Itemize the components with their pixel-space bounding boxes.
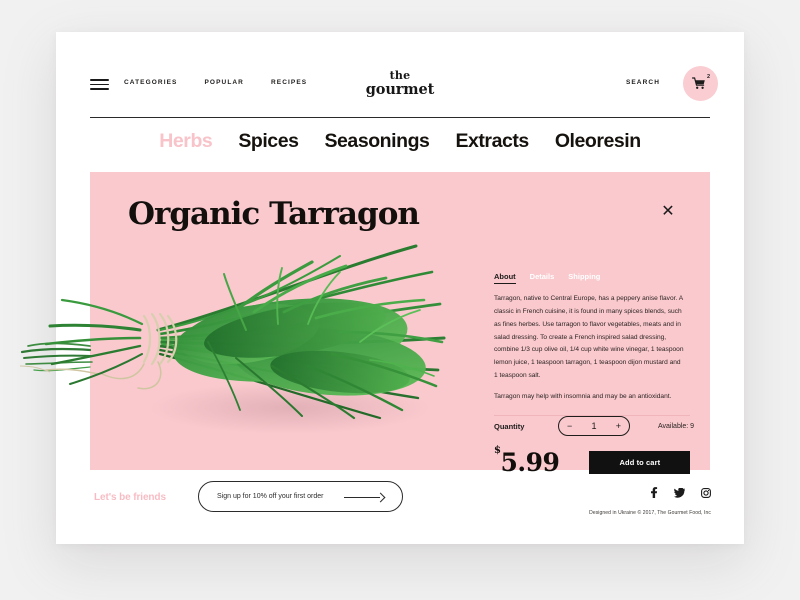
category-tabs: Herbs Spices Seasonings Extracts Oleores… [56,130,744,153]
price-row: $5.99 Add to cart [494,446,744,477]
quantity-stepper[interactable]: − 1 + [558,416,630,436]
quantity-decrement-button[interactable]: − [567,421,572,431]
newsletter-placeholder: Sign up for 10% off your first order [217,493,324,500]
quantity-value: 1 [591,420,597,431]
tab-seasonings[interactable]: Seasonings [324,130,429,153]
tab-oleoresin[interactable]: Oleoresin [555,130,641,153]
product-image [40,212,460,452]
quantity-label: Quantity [494,421,525,431]
copyright-text: Designed in Ukraine © 2017, The Gourmet … [589,510,711,516]
product-panel: Organic Tarragon ✕ About Details Shippin… [19,172,710,475]
product-description-note: Tarragon may help with insomnia and may … [494,392,672,400]
newsletter-input[interactable]: Sign up for 10% off your first order [198,481,403,512]
product-description: Tarragon, native to Central Europe, has … [494,295,684,380]
tab-herbs[interactable]: Herbs [159,130,212,153]
close-icon[interactable]: ✕ [659,202,677,220]
tab-about[interactable]: About [494,272,516,284]
tab-spices[interactable]: Spices [238,130,299,153]
cart-count-badge: 2 [706,74,710,80]
add-to-cart-button[interactable]: Add to cart [589,451,691,474]
header-divider [90,117,710,118]
browser-card: CATEGORIES POPULAR RECIPES the gourmet S… [19,32,744,544]
tab-shipping[interactable]: Shipping [568,272,600,281]
product-price: $5.99 [494,446,560,477]
quantity-increment-button[interactable]: + [616,421,621,431]
site-header: CATEGORIES POPULAR RECIPES the gourmet S… [56,32,744,118]
product-detail-tabs: About Details Shipping [494,272,690,284]
search-button[interactable]: SEARCH [626,79,660,86]
page-background: CATEGORIES POPULAR RECIPES the gourmet S… [0,0,800,600]
shopping-cart-icon [691,77,706,95]
newsletter-heading: Let's be friends [94,492,166,503]
facebook-icon[interactable] [650,486,658,502]
page-title: Organic Tarragon [128,196,420,232]
product-info: About Details Shipping Tarragon, native … [494,272,690,416]
social-links [650,486,711,502]
price-value: 5.99 [500,448,560,477]
cart-button[interactable]: 2 [683,66,718,101]
quantity-row: Quantity − 1 + Available: 9 [494,416,744,436]
tab-extracts[interactable]: Extracts [455,130,529,153]
availability-text: Available: 9 [658,422,695,430]
twitter-icon[interactable] [674,486,686,502]
tab-details[interactable]: Details [530,272,555,281]
currency-symbol: $ [494,445,501,457]
arrow-right-icon[interactable] [344,492,386,503]
instagram-icon[interactable] [701,486,711,502]
